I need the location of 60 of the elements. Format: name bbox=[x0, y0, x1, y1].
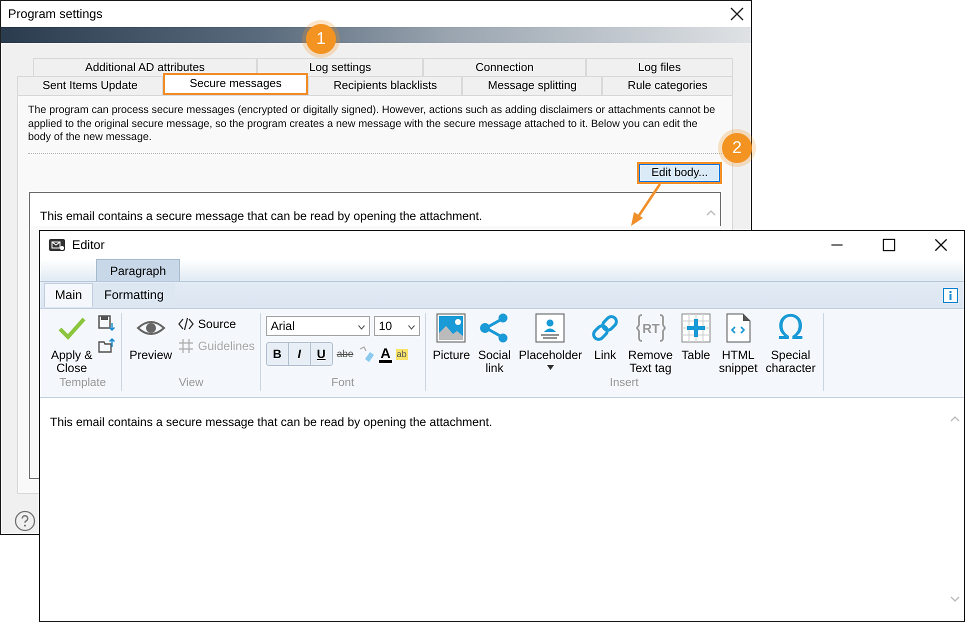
picture-icon bbox=[436, 313, 466, 343]
info-icon[interactable] bbox=[943, 288, 958, 303]
tab[interactable]: Rule categories bbox=[602, 76, 733, 95]
group-label: View bbox=[178, 377, 204, 391]
format-button[interactable]: U bbox=[310, 343, 332, 365]
edit-body-button[interactable]: Edit body... bbox=[637, 162, 722, 184]
ribbon-button[interactable]: Apply & Close bbox=[49, 313, 94, 375]
strikethrough-button[interactable]: abe bbox=[336, 348, 354, 360]
window-title: Program settings bbox=[8, 7, 102, 21]
help-icon[interactable] bbox=[14, 510, 36, 532]
tab[interactable]: Sent Items Update bbox=[17, 76, 164, 95]
tab[interactable]: Log settings bbox=[256, 58, 424, 76]
ribbon-button[interactable]: Picture bbox=[430, 313, 472, 362]
ribbon-tab[interactable]: Main bbox=[44, 283, 94, 307]
ribbon-button[interactable]: Social link bbox=[476, 313, 513, 375]
maximize-icon[interactable] bbox=[880, 236, 898, 254]
font-color-button[interactable]: A bbox=[379, 346, 392, 362]
table-plus-icon bbox=[680, 313, 711, 343]
arrow bbox=[628, 182, 664, 228]
close-icon[interactable] bbox=[932, 236, 950, 254]
person-card-icon bbox=[535, 313, 566, 343]
ribbon-button[interactable]: Table bbox=[678, 313, 713, 362]
code-icon bbox=[178, 316, 194, 332]
ribbon-button[interactable]: Ω Special character bbox=[764, 313, 818, 375]
tab[interactable]: Secure messages bbox=[163, 73, 308, 95]
group-label: Font bbox=[330, 377, 356, 391]
group-label: Template bbox=[58, 377, 108, 391]
window-title: Editor bbox=[72, 238, 105, 252]
envelope-icon bbox=[48, 236, 66, 254]
floppy-arrow-icon[interactable] bbox=[98, 315, 116, 333]
contextual-tab[interactable]: Paragraph bbox=[96, 259, 180, 281]
ribbon-button[interactable]: Link bbox=[588, 313, 622, 362]
tab[interactable]: Recipients blacklists bbox=[308, 76, 462, 95]
ribbon-button[interactable]: HTML snippet bbox=[716, 313, 760, 375]
format-button[interactable]: B bbox=[266, 343, 289, 365]
close-icon[interactable] bbox=[729, 6, 745, 22]
tab[interactable]: Additional AD attributes bbox=[33, 58, 257, 76]
group-label: Insert bbox=[608, 377, 640, 391]
description-text: The program can process secure messages (encrypted or digitally signed). However, actions such as adding disclaimers or attachments cannot be applied to the original secure message, so the program creates a new message with the secure message attached to it. Below you can edit the body of the new message. bbox=[28, 104, 722, 154]
tab[interactable]: Log files bbox=[586, 58, 734, 76]
ribbon-button[interactable]: Placeholder bbox=[516, 313, 584, 370]
folder-arrow-icon[interactable] bbox=[98, 337, 116, 355]
tab[interactable]: Message splitting bbox=[462, 76, 602, 95]
grid-icon bbox=[178, 338, 194, 354]
body-preview-field[interactable]: This email contains a secure message that can be read by opening the attachment. bbox=[29, 192, 721, 226]
ribbon-button[interactable]: Source bbox=[178, 315, 255, 333]
body-text: This email contains a secure message that can be read by opening the attachment. bbox=[50, 415, 494, 429]
chain-link-icon bbox=[590, 313, 620, 343]
chevron-down-icon bbox=[408, 325, 415, 330]
share-icon bbox=[479, 313, 510, 343]
ribbon-button[interactable]: RT Remove Text tag bbox=[626, 313, 675, 375]
tab[interactable]: Connection bbox=[423, 58, 586, 76]
ribbon-button[interactable]: Preview bbox=[127, 313, 174, 362]
chevron-down-icon bbox=[358, 325, 365, 330]
highlight-button[interactable]: ab bbox=[396, 348, 408, 360]
omega-icon: Ω bbox=[778, 313, 804, 343]
font-select[interactable]: Arial bbox=[266, 316, 370, 336]
font-size-select[interactable]: 10 bbox=[374, 316, 420, 336]
body-preview-text: This email contains a secure message that can be read by opening the attachment. bbox=[40, 208, 484, 222]
format-button[interactable]: I bbox=[288, 343, 311, 365]
